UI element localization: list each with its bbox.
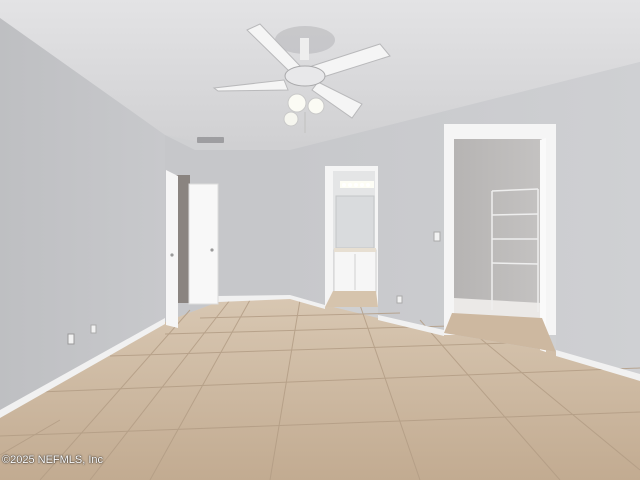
bathroom-doorway[interactable] — [325, 166, 378, 307]
closet-door[interactable] — [188, 183, 219, 305]
wall-outlet — [396, 295, 403, 304]
room-photo — [0, 0, 640, 480]
wall-outlet — [90, 324, 97, 334]
watermark-text: ©2025 NEFMLS, Inc — [2, 454, 104, 466]
wall-outlet — [67, 333, 75, 345]
door-knob-icon[interactable] — [210, 248, 214, 252]
open-door-left[interactable] — [166, 170, 178, 328]
light-switch[interactable] — [433, 231, 441, 242]
door-knob-icon[interactable] — [170, 253, 174, 257]
fan-light — [283, 111, 299, 127]
closet-doorway[interactable] — [444, 124, 556, 352]
mirror — [335, 195, 375, 249]
left-doorway[interactable] — [166, 170, 219, 328]
fan-light — [287, 93, 307, 113]
ac-vent — [197, 137, 224, 143]
fan-light — [307, 97, 325, 115]
